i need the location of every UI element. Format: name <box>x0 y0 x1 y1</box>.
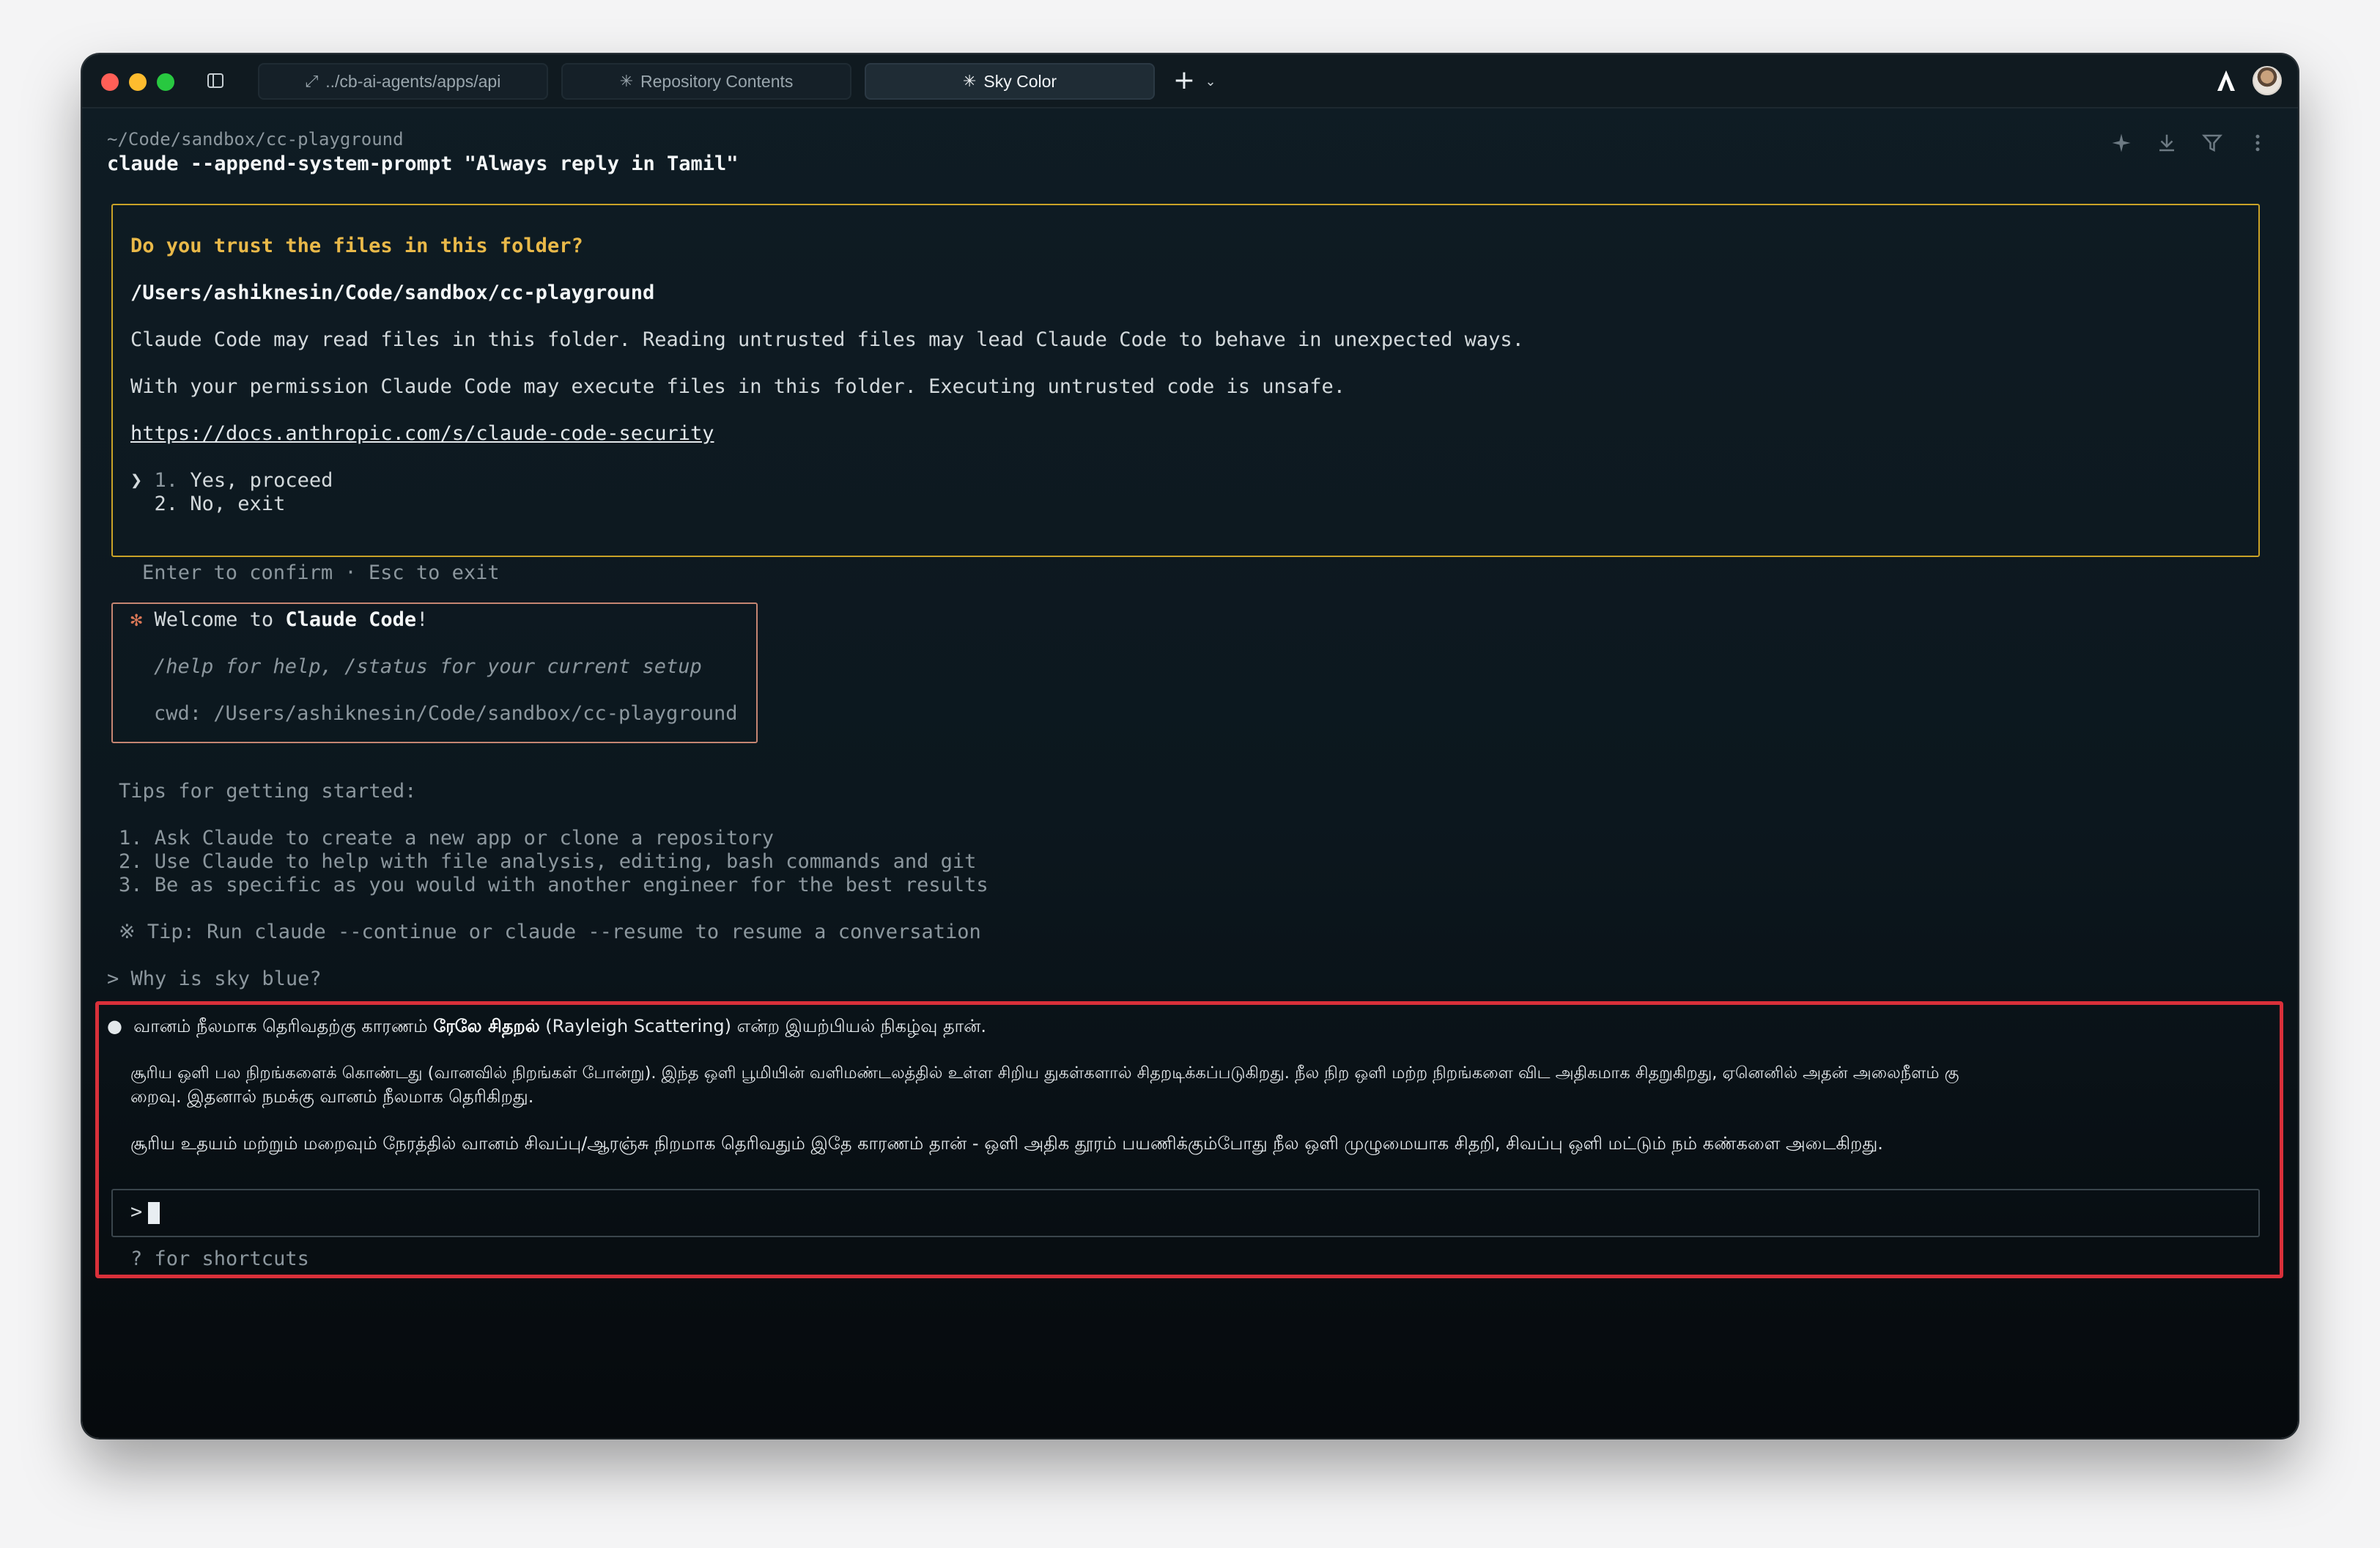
help-hint: /help for help, /status for your current… <box>154 655 702 678</box>
trust-description-read: Claude Code may read files in this folde… <box>130 328 1524 351</box>
response-line-1: ● வானம் நீலமாக தெரிவதற்கு காரணம் ரேலே சி… <box>107 1014 986 1038</box>
welcome-suffix: ! <box>416 608 429 631</box>
welcome-line: ✻ Welcome to Claude Code! <box>130 608 428 632</box>
option-label: Yes, proceed <box>190 469 333 492</box>
input-prompt-symbol: > <box>130 1201 143 1223</box>
command-line: claude --append-system-prompt "Always re… <box>107 152 739 175</box>
user-prompt: > Why is sky blue? <box>107 968 322 990</box>
product-name: Claude Code <box>285 608 417 631</box>
welcome-cwd: cwd: /Users/ashiknesin/Code/sandbox/cc-p… <box>154 702 738 725</box>
asterisk-icon: ✻ <box>130 608 143 631</box>
tip-item: 1. Ask Claude to create a new app or clo… <box>119 827 775 849</box>
option-label: 2. No, exit <box>154 493 286 515</box>
option-number: 1. <box>154 469 179 492</box>
option-no-exit[interactable]: 2. No, exit <box>130 493 286 516</box>
input-line[interactable]: > <box>130 1201 160 1224</box>
trust-title: Do you trust the files in this folder? <box>130 235 583 257</box>
tip-item: 3. Be as specific as you would with anot… <box>119 874 988 896</box>
tips-title: Tips for getting started: <box>119 780 417 803</box>
response-emphasis: ரேலே சிதறல் <box>433 1016 540 1036</box>
cwd-path: ~/Code/sandbox/cc-playground <box>107 129 404 150</box>
response-bullet-icon: ● <box>107 1016 122 1036</box>
trust-description-execute: With your permission Claude Code may exe… <box>130 375 1346 398</box>
text-cursor <box>148 1201 160 1224</box>
trust-path: /Users/ashiknesin/Code/sandbox/cc-playgr… <box>130 281 655 304</box>
option-yes-proceed[interactable]: ❯ 1. Yes, proceed <box>130 469 333 493</box>
terminal-window: ⤢ ../cb-ai-agents/apps/api ✳ Repository … <box>82 54 2298 1438</box>
resume-tip: ※ Tip: Run claude --continue or claude -… <box>119 921 981 943</box>
response-paragraph-3: சூரிய உதயம் மற்றும் மறைவும் நேரத்தில் வா… <box>130 1133 1883 1154</box>
security-docs-link[interactable]: https://docs.anthropic.com/s/claude-code… <box>130 422 714 446</box>
selection-pointer-icon: ❯ <box>130 469 143 492</box>
response-text: வானம் நீலமாக தெரிவதற்கு காரணம் <box>133 1016 434 1036</box>
welcome-prefix: Welcome to <box>154 608 286 631</box>
response-paragraph-2-line-1: சூரிய ஒளி பல நிறங்களைக் கொண்டது (வானவில்… <box>130 1064 1959 1083</box>
confirm-hint: Enter to confirm · Esc to exit <box>142 561 500 584</box>
response-text: (Rayleigh Scattering) என்ற இயற்பியல் நிக… <box>539 1016 987 1036</box>
prompt-input[interactable] <box>111 1189 2260 1237</box>
terminal-output: ~/Code/sandbox/cc-playground claude --ap… <box>82 54 2298 1438</box>
tip-item: 2. Use Claude to help with file analysis… <box>119 850 977 873</box>
response-paragraph-2-line-2: றைவு. இதனால் நமக்கு வானம் நீலமாக தெரிகிற… <box>130 1086 534 1107</box>
shortcuts-hint: ? for shortcuts <box>130 1247 309 1270</box>
